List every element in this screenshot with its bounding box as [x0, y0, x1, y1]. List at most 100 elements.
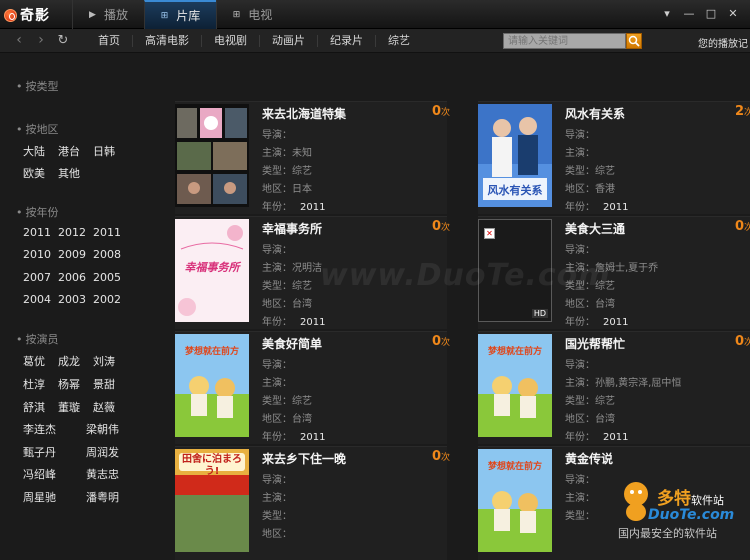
poster-image[interactable]: 梦想就在前方 [175, 334, 249, 437]
program-card[interactable]: 来去北海道特集 0次 导演： 主演：未知 类型：综艺 地区：日本 年份： 2011 [175, 101, 450, 214]
genre-line: 类型：综艺 [262, 166, 312, 177]
year-item[interactable]: 2011 [93, 226, 121, 239]
forward-arrow-icon[interactable]: › [30, 32, 52, 50]
nav-animation[interactable]: 动画片 [259, 35, 317, 47]
actor-item[interactable]: 赵薇 [93, 399, 115, 415]
year-item[interactable]: 2009 [58, 248, 86, 261]
genre-line: 类型：综艺 [565, 166, 615, 177]
year-item[interactable]: 2011 [23, 226, 51, 239]
filter-head-actor: 按演员 [16, 331, 59, 347]
actor-item[interactable]: 景甜 [93, 376, 115, 392]
main-tabs: ▶ 播放 ⊞ 片库 ⊞ 电视 [72, 0, 288, 29]
actor-item[interactable]: 董璇 [58, 399, 80, 415]
grid-icon: ⊞ [232, 9, 241, 20]
starring-line: 主演： [262, 378, 292, 389]
tab-library[interactable]: ⊞ 片库 [144, 0, 216, 29]
search-input[interactable] [503, 33, 626, 49]
card-title[interactable]: 国光帮帮忙 [565, 335, 625, 352]
play-history-link[interactable]: 您的播放记 [698, 35, 748, 50]
search-button[interactable] [626, 33, 642, 49]
actor-item[interactable]: 甄子丹 [23, 444, 56, 460]
actor-item[interactable]: 周星驰 [23, 489, 56, 505]
actor-item[interactable]: 潘粤明 [86, 489, 119, 505]
card-title[interactable]: 幸福事务所 [262, 220, 322, 237]
director-line: 导演： [565, 130, 595, 141]
card-title[interactable]: 风水有关系 [565, 105, 625, 122]
poster-image[interactable]: 幸福事务所 [175, 219, 249, 322]
tab-play[interactable]: ▶ 播放 [72, 0, 144, 29]
refresh-icon[interactable]: ↻ [52, 32, 74, 50]
year-item[interactable]: 2005 [93, 271, 121, 284]
card-title[interactable]: 美食好简单 [262, 335, 322, 352]
region-item[interactable]: 欧美 [23, 165, 45, 181]
back-arrow-icon[interactable]: ‹ [8, 32, 30, 50]
poster-image[interactable]: 田舍に泊まろう! [175, 449, 249, 552]
year-item[interactable]: 2004 [23, 293, 51, 306]
close-button[interactable]: ✕ [722, 5, 744, 23]
minimize-button[interactable]: — [678, 5, 700, 23]
filter-head-type[interactable]: 按类型 [16, 78, 59, 94]
nav-variety[interactable]: 综艺 [375, 35, 422, 47]
play-count: 0次 [432, 219, 451, 234]
play-count: 0次 [432, 449, 451, 464]
year-item[interactable]: 2010 [23, 248, 51, 261]
play-icon: ▶ [89, 9, 96, 20]
card-title[interactable]: 美食大三通 [565, 220, 625, 237]
year-item[interactable]: 2008 [93, 248, 121, 261]
year-item[interactable]: 2006 [58, 271, 86, 284]
app-name: 奇影 [20, 8, 50, 24]
region-item[interactable]: 大陆 [23, 143, 45, 159]
poster-image[interactable]: 风水有关系 [478, 104, 552, 207]
region-item[interactable]: 日韩 [93, 143, 115, 159]
genre-line: 类型： [262, 511, 292, 522]
card-title[interactable]: 来去北海道特集 [262, 105, 346, 122]
card-title[interactable]: 黄金传说 [565, 450, 613, 467]
starring-line: 主演：未知 [262, 148, 312, 159]
director-line: 导演： [565, 360, 595, 371]
region-item[interactable]: 其他 [58, 165, 80, 181]
actor-item[interactable]: 杨幂 [58, 376, 80, 392]
nav-documentary[interactable]: 纪录片 [317, 35, 375, 47]
card-title[interactable]: 来去乡下住一晚 [262, 450, 346, 467]
nav-hd-movies[interactable]: 高清电影 [132, 35, 201, 47]
year-item[interactable]: 2012 [58, 226, 86, 239]
actor-item[interactable]: 李连杰 [23, 421, 56, 437]
actor-item[interactable]: 杜淳 [23, 376, 45, 392]
actor-item[interactable]: 周润发 [86, 444, 119, 460]
year-line: 年份： 2011 [565, 202, 629, 213]
menu-button[interactable]: ▾ [656, 5, 678, 23]
program-card[interactable]: 梦想就在前方 美食好简单 0次 导演： 主演： 类型：综艺 地区：台湾 年份： 2… [175, 331, 450, 444]
actor-item[interactable]: 冯绍峰 [23, 466, 56, 482]
nav-bar: ‹ › ↻ 首页 高清电影 电视剧 动画片 纪录片 综艺 您的播放记 [0, 29, 750, 53]
site-slogan: 国内最安全的软件站 [618, 527, 717, 540]
poster-caption: 田舍に泊まろう! [182, 454, 242, 477]
year-line: 年份： 2011 [565, 432, 629, 443]
program-card[interactable]: 风水有关系 风水有关系 2次 导演： 主演： 类型：综艺 地区：香港 年份： 20… [478, 101, 750, 214]
nav-tv-series[interactable]: 电视剧 [201, 35, 259, 47]
filter-sidebar: 按类型 按地区 大陆 港台 日韩 欧美 其他 按年份 2011 2012 201… [0, 54, 165, 560]
watermark-text: www.DuoTe.com [320, 258, 611, 293]
year-item[interactable]: 2003 [58, 293, 86, 306]
maximize-button[interactable]: □ [700, 5, 722, 23]
poster-image[interactable] [175, 104, 249, 207]
actor-item[interactable]: 刘涛 [93, 353, 115, 369]
nav-home[interactable]: 首页 [86, 35, 132, 47]
program-card[interactable]: 梦想就在前方 国光帮帮忙 0次 导演： 主演：孙鹏,黄宗泽,屈中恒 类型：综艺 … [478, 331, 750, 444]
director-line: 导演： [565, 245, 595, 256]
program-card[interactable]: 田舍に泊まろう! 来去乡下住一晚 0次 导演： 主演： 类型： 地区： [175, 446, 451, 560]
actor-item[interactable]: 葛优 [23, 353, 45, 369]
year-item[interactable]: 2002 [93, 293, 121, 306]
logo-icon [4, 8, 17, 22]
site-domain: DuoTe.com [648, 507, 735, 523]
region-item[interactable]: 港台 [58, 143, 80, 159]
year-item[interactable]: 2007 [23, 271, 51, 284]
actor-item[interactable]: 成龙 [58, 353, 80, 369]
poster-image[interactable]: 梦想就在前方 [478, 334, 552, 437]
tab-tv[interactable]: ⊞ 电视 [216, 0, 288, 29]
poster-image[interactable]: 梦想就在前方 [478, 449, 552, 552]
actor-item[interactable]: 黄志忠 [86, 466, 119, 482]
actor-item[interactable]: 梁朝伟 [86, 421, 119, 437]
tab-play-label: 播放 [103, 8, 128, 22]
poster-caption: 幸福事务所 [184, 261, 240, 274]
actor-item[interactable]: 舒淇 [23, 399, 45, 415]
